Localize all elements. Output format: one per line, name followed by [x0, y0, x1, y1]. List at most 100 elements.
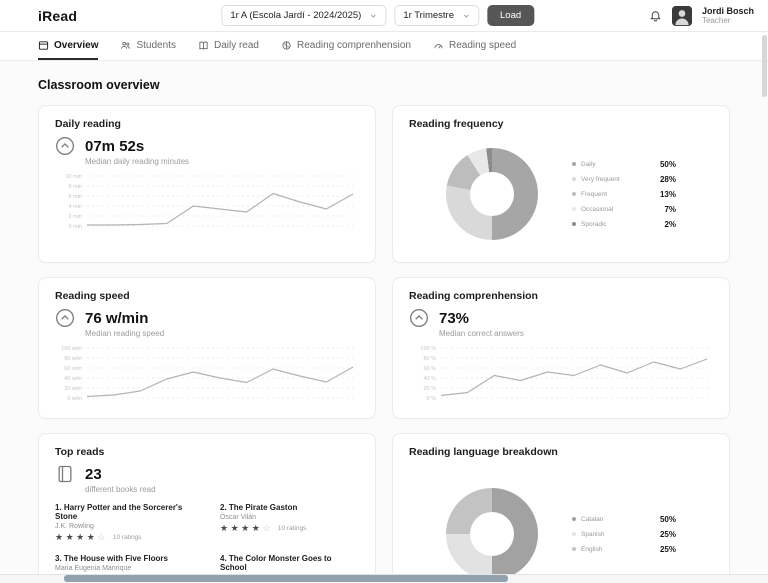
book-author: Òscar Vilán — [220, 514, 257, 521]
reading-speed-chart: 100 w/m 80 w/m 60 w/m 40 w/m 20 w/m 0 w/m — [55, 344, 359, 406]
legend-value: 25% — [659, 529, 676, 539]
star-rating-icons: ★★★★☆ — [55, 532, 108, 542]
legend-label: Catalan — [581, 515, 604, 523]
legend-value: 7% — [664, 204, 676, 214]
card-daily-reading: Daily reading 07m 52s Median daily readi… — [38, 105, 376, 263]
chevron-up-circle-icon[interactable] — [409, 308, 429, 328]
daily-reading-stat: 07m 52s Median daily reading minutes — [55, 136, 359, 166]
svg-text:80 %: 80 % — [423, 356, 436, 362]
students-icon — [121, 41, 131, 49]
card-reading-comprehension: Reading comprenhension 73% Median correc… — [392, 277, 730, 419]
star-rating-icons: ★★★★☆ — [220, 523, 273, 533]
svg-text:40 %: 40 % — [423, 376, 436, 382]
main-content: Classroom overview Daily reading 07m 52s… — [0, 61, 768, 583]
tab-overview[interactable]: Overview — [38, 32, 99, 60]
card-title: Reading speed — [55, 290, 130, 302]
legend-value: 28% — [659, 174, 676, 184]
legend-dot — [572, 222, 576, 226]
app-logo[interactable]: iRead — [38, 8, 77, 24]
legend-item: Frequent 13% — [572, 190, 676, 199]
tab-bar: Overview Students Daily read Reading com… — [0, 32, 768, 61]
legend-value: 50% — [659, 159, 676, 169]
tab-reading-comprehension[interactable]: Reading comprenhension — [281, 32, 411, 60]
svg-text:80 w/m: 80 w/m — [64, 356, 82, 362]
ratings-count: 10 ratings — [277, 525, 307, 532]
page-title: Classroom overview — [38, 78, 160, 92]
legend-item: Very frequent 28% — [572, 175, 676, 184]
user-info: Jordi Bosch Teacher — [702, 6, 754, 26]
book-icon — [58, 465, 72, 483]
legend-label: Sporadic — [581, 220, 607, 228]
book-author: J.K. Rowling — [55, 523, 94, 530]
svg-text:100 %: 100 % — [420, 346, 436, 352]
legend-dot — [572, 532, 576, 536]
card-top-reads: Top reads 23 different books read 1. Har… — [38, 433, 376, 583]
top-bar-controls: 1r A (Escola Jardí - 2024/2025) 1r Trime… — [221, 0, 535, 31]
svg-text:0 min: 0 min — [69, 224, 82, 230]
user-name: Jordi Bosch — [701, 5, 754, 16]
daily-reading-subtitle: Median daily reading minutes — [85, 157, 190, 166]
book-title: 4. The Color Monster Goes to School — [220, 554, 332, 572]
svg-text:20 %: 20 % — [423, 386, 436, 392]
notifications-bell-icon[interactable] — [649, 9, 662, 22]
legend-dot — [572, 162, 576, 166]
chevron-down-icon — [463, 14, 469, 18]
horizontal-scrollbar[interactable] — [64, 575, 508, 582]
svg-text:6 min: 6 min — [69, 194, 82, 200]
card-title: Reading language breakdown — [409, 446, 558, 458]
legend-item: Sporadic 2% — [572, 220, 676, 229]
card-title: Daily reading — [55, 118, 121, 130]
term-select[interactable]: 1r Trimestre — [394, 5, 480, 26]
class-select[interactable]: 1r A (Escola Jardí - 2024/2025) — [221, 5, 387, 26]
top-reads-stat: 23 different books read — [55, 464, 359, 494]
tab-students[interactable]: Students — [120, 32, 176, 60]
daily-reading-chart: 10 min 8 min 6 min 4 min 2 min 0 min — [55, 172, 359, 234]
load-button[interactable]: Load — [487, 5, 535, 26]
book-author: Maria Eugenia Manrique — [55, 565, 132, 572]
legend-value: 13% — [659, 189, 676, 199]
overview-icon — [38, 41, 49, 50]
reading-frequency-donut — [446, 148, 538, 240]
reading-comprehension-subtitle: Median correct answers — [439, 329, 524, 338]
legend-label: Frequent — [581, 190, 608, 198]
reading-speed-stat: 76 w/min Median reading speed — [55, 308, 359, 338]
svg-text:10 min: 10 min — [65, 174, 82, 180]
svg-text:60 %: 60 % — [423, 366, 436, 372]
reading-comprehension-chart: 100 % 80 % 60 % 40 % 20 % 0 % — [409, 344, 713, 406]
top-reads-subtitle: different books read — [85, 485, 156, 494]
legend-item: Occasional 7% — [572, 205, 676, 214]
legend-label: Occasional — [581, 205, 614, 213]
book-rating: ★★★★☆ 10 ratings — [220, 524, 359, 533]
ratings-count: 10 ratings — [112, 534, 142, 541]
user-avatar[interactable] — [671, 5, 692, 26]
svg-text:100 w/m: 100 w/m — [61, 346, 82, 352]
vertical-scrollbar[interactable] — [762, 35, 767, 97]
legend-value: 25% — [659, 544, 676, 554]
term-select-value: 1r Trimestre — [403, 10, 455, 21]
legend-item: Daily 50% — [572, 160, 676, 169]
book-rating: ★★★★☆ 10 ratings — [55, 533, 194, 542]
top-reads-list: 1. Harry Potter and the Sorcerer's Stone… — [55, 503, 359, 583]
list-item: 2. The Pirate Gaston Òscar Vilán ★★★★☆ 10… — [220, 503, 359, 542]
tab-label: Reading comprenhension — [297, 40, 411, 51]
svg-text:20 w/m: 20 w/m — [64, 386, 82, 392]
book-title: 2. The Pirate Gaston — [220, 503, 298, 512]
speedometer-icon — [434, 44, 443, 49]
svg-text:0 w/m: 0 w/m — [67, 396, 82, 402]
legend-label: Daily — [581, 160, 596, 168]
tab-label: Students — [136, 40, 176, 51]
top-bar: iRead 1r A (Escola Jardí - 2024/2025) 1r… — [0, 0, 768, 32]
reading-comprehension-value: 73% — [439, 309, 470, 327]
svg-text:8 min: 8 min — [69, 184, 82, 190]
svg-text:2 min: 2 min — [69, 214, 82, 220]
chevron-up-circle-icon[interactable] — [55, 136, 75, 156]
reading-frequency-legend: Daily 50% Very frequent 28% Frequent 13% Oc… — [572, 160, 676, 229]
tab-daily-read[interactable]: Daily read — [198, 32, 259, 60]
list-item: 1. Harry Potter and the Sorcerer's Stone… — [55, 503, 194, 542]
language-breakdown-donut — [446, 488, 538, 580]
legend-item: Catalan 50% — [572, 515, 676, 524]
card-language-breakdown: Reading language breakdown Catalan 50% Sp… — [392, 433, 730, 583]
tab-reading-speed[interactable]: Reading speed — [433, 32, 516, 60]
svg-text:60 w/m: 60 w/m — [64, 366, 82, 372]
chevron-up-circle-icon[interactable] — [55, 308, 75, 328]
